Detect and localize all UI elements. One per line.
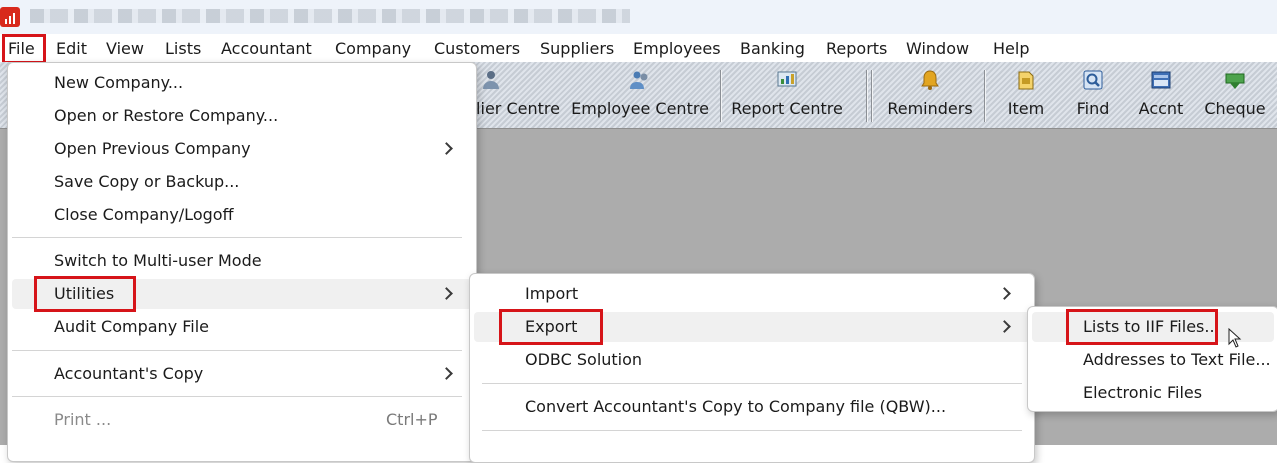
menu-separator — [482, 430, 1022, 431]
menu-bar: File Edit View Lists Accountant Company … — [0, 34, 1277, 64]
file-menu-item-open-restore[interactable]: Open or Restore Company... — [8, 101, 476, 131]
menu-banking[interactable]: Banking — [740, 38, 805, 60]
menu-separator — [482, 383, 1022, 384]
employee-centre-icon — [630, 71, 648, 89]
file-menu-item-accountants-copy[interactable]: Accountant's Copy — [8, 359, 476, 389]
file-menu-item-close-company[interactable]: Close Company/Logoff — [8, 200, 476, 230]
supplier-centre-icon — [483, 71, 499, 89]
menu-item-label: New Company... — [54, 73, 184, 92]
toolbar-cheque-button[interactable]: Cheque — [1196, 62, 1274, 128]
toolbar-label: Item — [1007, 99, 1045, 118]
utilities-menu-item-odbc[interactable]: ODBC Solution — [470, 345, 1034, 375]
menu-separator — [12, 350, 462, 351]
menu-item-label: Close Company/Logoff — [54, 205, 234, 224]
menu-item-label: Electronic Files — [1083, 383, 1203, 402]
report-centre-icon — [777, 71, 797, 87]
account-icon — [1151, 71, 1171, 89]
chevron-right-icon — [440, 287, 453, 300]
menu-item-label: Switch to Multi-user Mode — [54, 251, 262, 270]
toolbar-separator — [720, 70, 721, 122]
toolbar-separator — [984, 70, 985, 122]
toolbar-find-button[interactable]: Find — [1066, 62, 1120, 128]
file-menu-item-switch-multiuser[interactable]: Switch to Multi-user Mode — [8, 246, 476, 276]
menu-item-label: Audit Company File — [54, 317, 210, 336]
menu-edit[interactable]: Edit — [56, 38, 87, 60]
chevron-right-icon — [440, 367, 453, 380]
utilities-menu-item-convert[interactable]: Convert Accountant's Copy to Company fil… — [470, 392, 1034, 422]
menu-accountant[interactable]: Accountant — [221, 38, 312, 60]
toolbar-item-button[interactable]: Item — [998, 62, 1054, 128]
toolbar-supplier-centre-button[interactable]: lier Centre — [470, 62, 566, 128]
utilities-menu-item-import[interactable]: Import — [470, 279, 1034, 309]
menu-item-label: Convert Accountant's Copy to Company fil… — [525, 397, 947, 416]
menu-view[interactable]: View — [106, 38, 144, 60]
toolbar-label: lier Centre — [476, 99, 560, 118]
file-menu-item-audit[interactable]: Audit Company File — [8, 312, 476, 342]
file-menu-item-save-copy[interactable]: Save Copy or Backup... — [8, 167, 476, 197]
bell-icon — [921, 70, 939, 90]
blurred-window-title — [30, 9, 630, 23]
menu-item-label: Accountant's Copy — [54, 364, 204, 383]
menu-item-label: ODBC Solution — [525, 350, 643, 369]
qb-bar-chart-icon — [0, 7, 20, 27]
menu-reports[interactable]: Reports — [826, 38, 887, 60]
toolbar-employee-centre-button[interactable]: Employee Centre — [566, 62, 714, 128]
menu-customers[interactable]: Customers — [434, 38, 520, 60]
utilities-highlight-box — [34, 276, 136, 312]
mouse-cursor-icon — [1228, 328, 1242, 348]
chevron-right-icon — [440, 142, 453, 155]
export-submenu: Lists to IIF Files... Addresses to Text … — [1027, 306, 1277, 412]
file-menu-item-new-company[interactable]: New Company... — [8, 68, 476, 98]
toolbar-accnt-button[interactable]: Accnt — [1130, 62, 1192, 128]
menu-suppliers[interactable]: Suppliers — [540, 38, 614, 60]
export-menu-item-addresses[interactable]: Addresses to Text File... — [1028, 345, 1277, 375]
toolbar-reminders-button[interactable]: Reminders — [882, 62, 978, 128]
file-menu-dropdown: New Company... Open or Restore Company..… — [7, 62, 477, 462]
menu-item-label: Open Previous Company — [54, 139, 251, 158]
item-icon — [1018, 71, 1034, 90]
utilities-menu-item-export[interactable]: Export — [470, 309, 1034, 345]
menu-help[interactable]: Help — [993, 38, 1029, 60]
file-menu-item-print[interactable]: Print ... Ctrl+P — [8, 405, 476, 435]
menu-item-label: Save Copy or Backup... — [54, 172, 240, 191]
chevron-right-icon — [998, 287, 1011, 300]
toolbar-label: Find — [1076, 99, 1110, 118]
toolbar-label: Accnt — [1138, 99, 1184, 118]
toolbar-label: Cheque — [1204, 99, 1266, 118]
toolbar-separator — [871, 70, 872, 122]
toolbar-report-centre-button[interactable]: Report Centre — [726, 62, 848, 128]
toolbar-label: Reminders — [887, 99, 973, 118]
menu-company[interactable]: Company — [335, 38, 411, 60]
utilities-submenu: Import Export ODBC Solution Convert Acco… — [469, 273, 1035, 463]
file-menu-item-utilities[interactable]: Utilities — [8, 276, 476, 312]
toolbar-label: Employee Centre — [571, 99, 709, 118]
menu-item-label: Import — [525, 284, 579, 303]
menu-item-shortcut: Ctrl+P — [386, 410, 438, 429]
toolbar-label: Report Centre — [731, 99, 843, 118]
export-highlight-box — [499, 309, 603, 345]
menu-lists[interactable]: Lists — [165, 38, 201, 60]
file-menu-highlight-box — [2, 34, 46, 64]
toolbar-separator — [866, 70, 867, 122]
title-bar — [0, 0, 1277, 34]
menu-separator — [12, 396, 462, 397]
menu-item-label: Print ... — [54, 410, 112, 429]
find-icon — [1083, 70, 1103, 90]
file-menu-item-open-previous[interactable]: Open Previous Company — [8, 134, 476, 164]
chevron-right-icon — [998, 320, 1011, 333]
lists-to-iif-highlight-box — [1066, 309, 1218, 345]
menu-item-label: Open or Restore Company... — [54, 106, 279, 125]
menu-item-label: Addresses to Text File... — [1083, 350, 1271, 369]
menu-separator — [12, 237, 462, 238]
menu-employees[interactable]: Employees — [633, 38, 721, 60]
menu-window[interactable]: Window — [906, 38, 969, 60]
export-menu-item-electronic-files[interactable]: Electronic Files — [1028, 378, 1277, 408]
cheque-icon — [1225, 73, 1245, 89]
